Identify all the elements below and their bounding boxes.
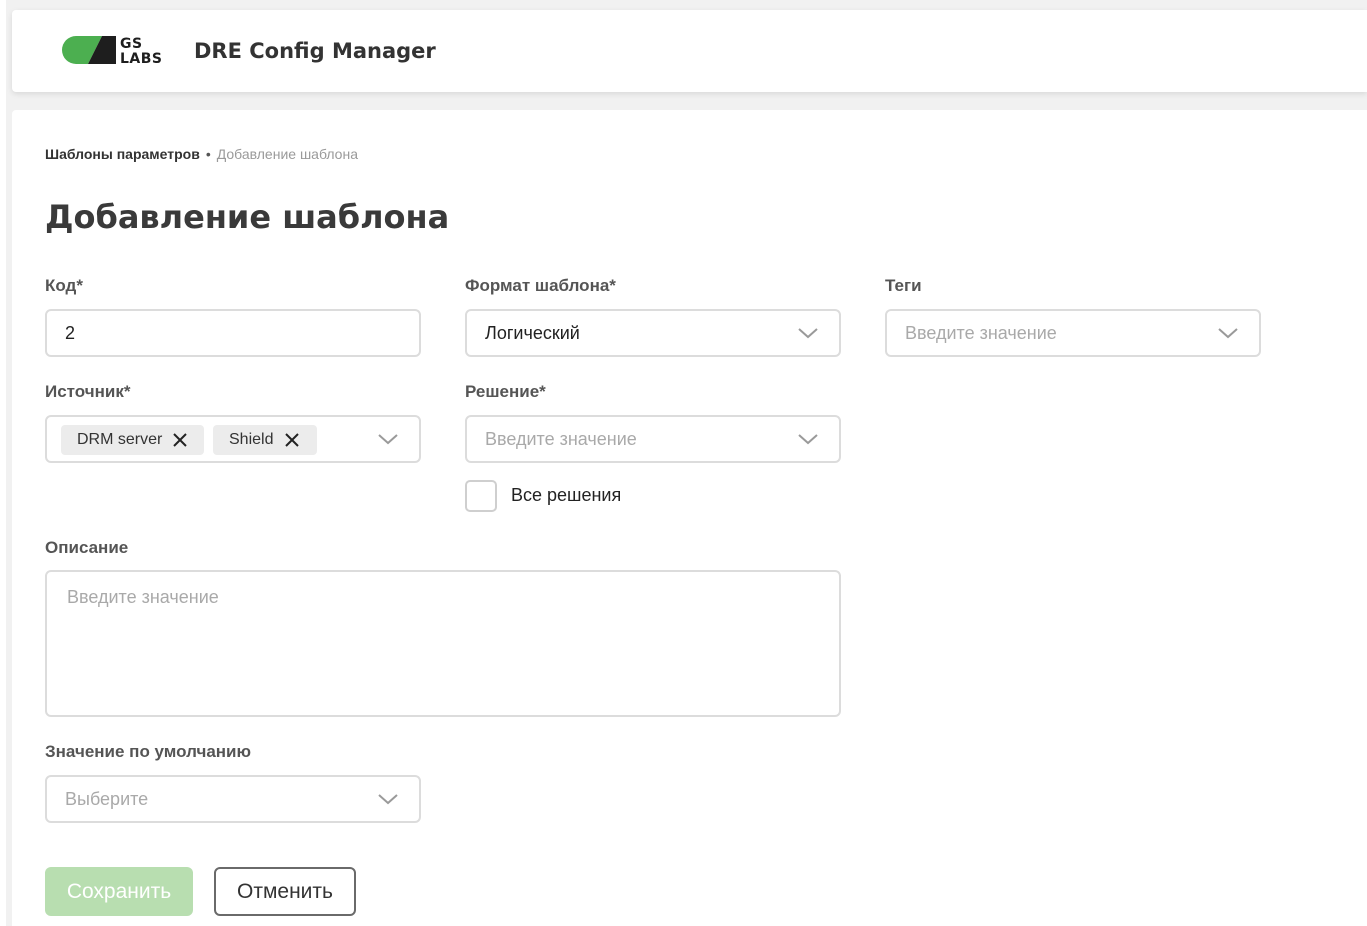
logo-line2: LABS <box>120 51 163 67</box>
app-header: GS LABS DRE Config Manager <box>12 10 1367 92</box>
left-edge <box>0 0 6 926</box>
code-label: Код* <box>45 276 83 295</box>
source-chip-label: DRM server <box>77 431 163 448</box>
source-chip-label: Shield <box>229 431 274 448</box>
chevron-down-icon <box>1218 328 1238 339</box>
template-format-value: Логический <box>485 323 580 343</box>
source-chip: Shield <box>213 425 317 455</box>
close-icon[interactable] <box>285 433 299 447</box>
tags-placeholder: Введите значение <box>905 323 1057 343</box>
all-solutions-checkbox[interactable] <box>465 480 497 512</box>
logo-mark-icon <box>62 36 116 64</box>
source-multiselect[interactable]: DRM server Shield <box>45 415 421 463</box>
save-button[interactable]: Сохранить <box>45 867 193 916</box>
gs-labs-logo[interactable]: GS LABS <box>62 36 172 68</box>
logo-line1: GS <box>120 36 143 52</box>
breadcrumb-separator: • <box>205 146 211 162</box>
chevron-down-icon <box>378 794 398 805</box>
tags-label: Теги <box>885 276 922 295</box>
code-input-value: 2 <box>65 323 76 343</box>
default-value-label: Значение по умолчанию <box>45 742 252 761</box>
chevron-down-icon <box>378 434 398 445</box>
breadcrumb-parent-link[interactable]: Шаблоны параметров <box>45 146 200 162</box>
template-format-label: Формат шаблона* <box>465 276 616 295</box>
description-textarea[interactable]: Введите значение <box>45 570 841 717</box>
cancel-button[interactable]: Отменить <box>214 867 356 916</box>
chevron-down-icon <box>798 434 818 445</box>
default-value-select[interactable]: Выберите <box>45 775 421 823</box>
tags-select[interactable]: Введите значение <box>885 309 1261 357</box>
page-title: Добавление шаблона <box>45 198 450 236</box>
source-chip: DRM server <box>61 425 204 455</box>
source-label: Источник* <box>45 382 131 401</box>
breadcrumb-current: Добавление шаблона <box>216 146 358 162</box>
app-title: DRE Config Manager <box>194 39 436 63</box>
close-icon[interactable] <box>173 433 187 447</box>
solution-label: Решение* <box>465 382 546 401</box>
code-input[interactable]: 2 <box>45 309 421 357</box>
solution-placeholder: Введите значение <box>485 429 637 449</box>
description-placeholder: Введите значение <box>67 587 219 607</box>
default-value-placeholder: Выберите <box>65 789 149 809</box>
template-format-select[interactable]: Логический <box>465 309 841 357</box>
breadcrumb: Шаблоны параметров • Добавление шаблона <box>45 146 358 162</box>
main-content: Шаблоны параметров • Добавление шаблона До… <box>12 110 1367 926</box>
description-label: Описание <box>45 538 129 557</box>
all-solutions-label[interactable]: Все решения <box>511 485 621 506</box>
chevron-down-icon <box>798 328 818 339</box>
solution-select[interactable]: Введите значение <box>465 415 841 463</box>
